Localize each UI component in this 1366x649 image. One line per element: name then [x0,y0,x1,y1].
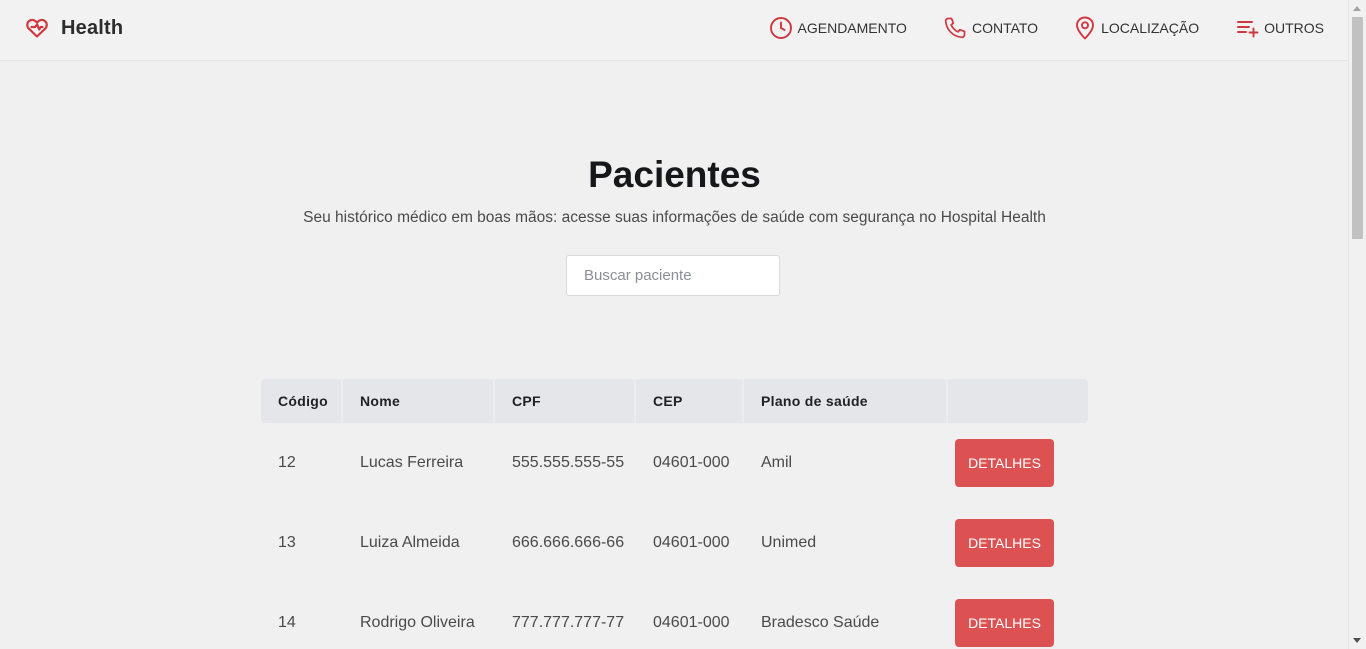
list-plus-icon [1237,21,1259,38]
table-row: 14 Rodrigo Oliveira 777.777.777-77 04601… [261,583,1088,649]
search-input[interactable] [566,255,780,296]
nav-localizacao[interactable]: LOCALIZAÇÃO [1074,16,1199,40]
cell-cpf: 555.555.555-55 [512,454,625,471]
vertical-scrollbar[interactable] [1348,0,1366,649]
cell-cpf: 777.777.777-77 [512,614,625,631]
brand-name: Health [61,16,124,39]
cell-plano: Bradesco Saúde [761,614,880,631]
main-nav: AGENDAMENTO CONTATO LOCALIZAÇÃO OUTROS [733,16,1324,40]
patients-table: Código Nome CPF CEP Plano de saúde 12 Lu… [261,379,1088,649]
cell-nome: Luiza Almeida [360,534,460,551]
nav-contato-label: CONTATO [971,20,1039,36]
cell-cep: 04601-000 [653,614,730,631]
phone-icon [944,17,966,39]
page-subtitle: Seu histórico médico em boas mãos: acess… [303,209,1046,226]
cell-codigo: 12 [278,454,296,471]
nav-outros[interactable]: OUTROS [1235,16,1324,40]
cell-cpf: 666.666.666-66 [512,534,625,551]
cell-plano: Unimed [761,534,817,551]
location-pin-icon [1076,16,1095,40]
table-row: 13 Luiza Almeida 666.666.666-66 04601-00… [261,503,1088,583]
column-header-cpf: CPF [495,379,636,423]
cell-codigo: 13 [278,534,296,551]
nav-localizacao-label: LOCALIZAÇÃO [1101,20,1200,36]
scroll-down-arrow-icon[interactable] [1353,638,1361,643]
nav-agendamento-label: AGENDAMENTO [797,20,907,36]
page: Health AGENDAMENTO CONTATO LOCALIZAÇÃO O… [0,0,1366,649]
details-button[interactable]: DETALHES [955,439,1054,487]
nav-contato[interactable]: CONTATO [943,16,1038,40]
cell-nome: Rodrigo Oliveira [360,614,475,631]
clock-icon [769,17,792,39]
table-header: Código Nome CPF CEP Plano de saúde [261,379,1088,423]
scroll-up-arrow-icon[interactable] [1353,6,1361,11]
page-title: Pacientes [588,154,761,195]
nav-outros-label: OUTROS [1264,20,1324,36]
column-header-nome: Nome [343,379,495,423]
top-navbar: Health AGENDAMENTO CONTATO LOCALIZAÇÃO O… [0,0,1349,61]
cell-plano: Amil [761,454,793,471]
cell-cep: 04601-000 [653,534,730,551]
brand-logo[interactable]: Health [25,16,123,40]
scrollbar-thumb[interactable] [1352,17,1363,239]
table-row: 12 Lucas Ferreira 555.555.555-55 04601-0… [261,423,1088,503]
column-header-cep: CEP [636,379,744,423]
details-button[interactable]: DETALHES [955,599,1054,647]
cell-cep: 04601-000 [653,454,730,471]
cell-codigo: 14 [278,614,296,631]
cell-actions: DETALHES [948,519,1088,567]
cell-nome: Lucas Ferreira [360,454,464,471]
column-header-codigo: Código [261,379,343,423]
column-header-plano: Plano de saúde [744,379,948,423]
nav-agendamento[interactable]: AGENDAMENTO [769,16,907,40]
column-header-actions [948,379,1088,423]
details-button[interactable]: DETALHES [955,519,1054,567]
cell-actions: DETALHES [948,599,1088,647]
heart-pulse-icon [26,18,48,38]
cell-actions: DETALHES [948,439,1088,487]
